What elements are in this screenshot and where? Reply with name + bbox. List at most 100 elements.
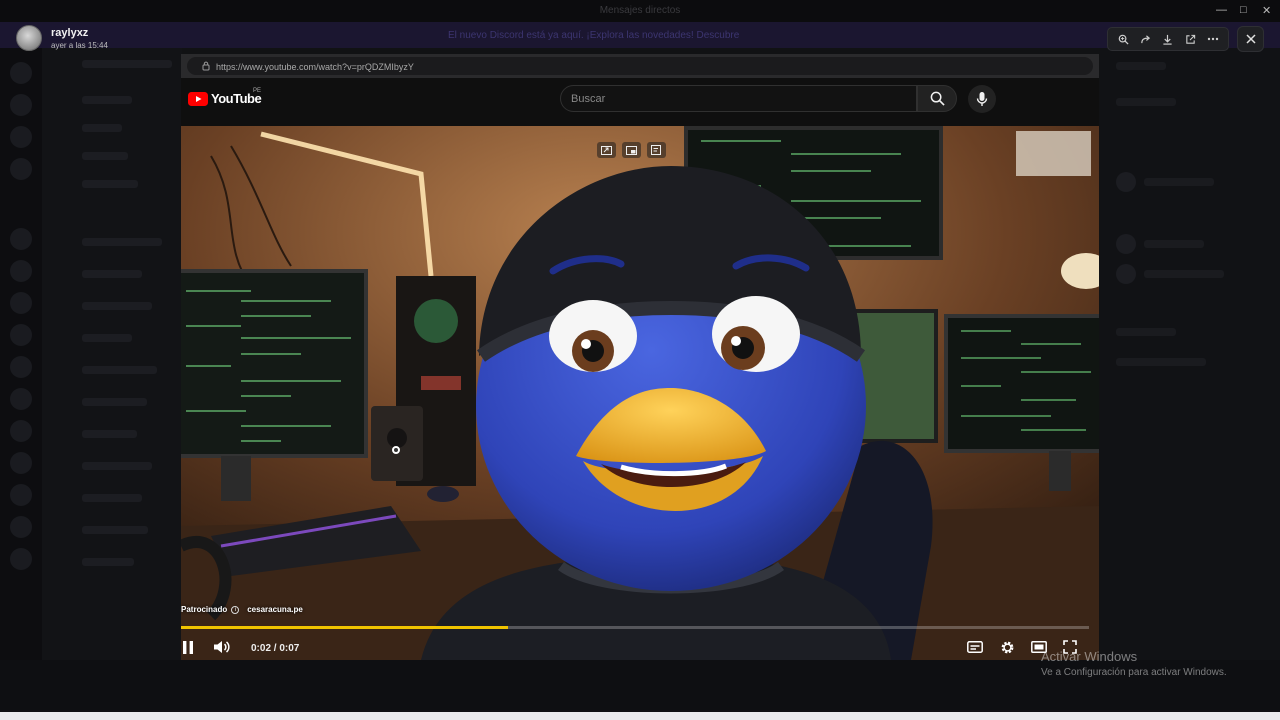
zoom-icon[interactable] bbox=[1115, 31, 1131, 47]
close-viewer-button[interactable] bbox=[1237, 26, 1264, 52]
browser-toolbar: https://www.youtube.com/watch?v=prQDZMIb… bbox=[181, 54, 1099, 78]
dm-list-item bbox=[82, 238, 162, 246]
right-panel-item bbox=[1144, 240, 1204, 248]
right-panel-item bbox=[1116, 98, 1176, 106]
right-panel-item bbox=[1144, 178, 1214, 186]
server-sidebar bbox=[0, 48, 42, 720]
dm-list-item bbox=[82, 526, 148, 534]
search-box bbox=[560, 85, 917, 112]
dm-list-item bbox=[82, 152, 128, 160]
server-icon bbox=[10, 324, 32, 346]
search-button[interactable] bbox=[917, 85, 957, 112]
volume-icon bbox=[214, 641, 230, 653]
avatar[interactable] bbox=[16, 25, 42, 51]
server-icon bbox=[10, 452, 32, 474]
server-icon bbox=[10, 158, 32, 180]
expand-icon bbox=[601, 145, 612, 155]
maximize-icon[interactable]: □ bbox=[1240, 4, 1247, 16]
voice-search-button[interactable] bbox=[968, 85, 996, 113]
close-icon bbox=[1245, 34, 1256, 44]
right-panel-item bbox=[1116, 328, 1176, 336]
sponsor-domain[interactable]: cesaracuna.pe bbox=[247, 605, 303, 614]
minimize-icon[interactable]: — bbox=[1216, 4, 1227, 16]
background-titlebar: Mensajes directos — □ ✕ bbox=[0, 0, 1280, 22]
youtube-header: YouTube PE bbox=[181, 78, 1099, 126]
video-frame bbox=[181, 126, 1099, 660]
right-panel-item bbox=[1144, 270, 1224, 278]
activation-subtitle: Ve a Configuración para activar Windows. bbox=[1041, 667, 1227, 678]
server-icon bbox=[10, 228, 32, 250]
taskbar bbox=[0, 712, 1280, 720]
settings-button[interactable] bbox=[997, 639, 1017, 655]
background-title: Mensajes directos bbox=[599, 5, 681, 16]
dm-list bbox=[42, 48, 182, 720]
open-external-icon[interactable] bbox=[1182, 31, 1198, 47]
time-display: 0:02 / 0:07 bbox=[251, 643, 300, 654]
search-input[interactable] bbox=[562, 87, 902, 110]
shared-screenshot[interactable]: https://www.youtube.com/watch?v=prQDZMIb… bbox=[181, 54, 1099, 660]
background-banner: El nuevo Discord está ya aquí. ¡Explora … bbox=[0, 22, 1280, 48]
address-bar[interactable]: https://www.youtube.com/watch?v=prQDZMIb… bbox=[187, 57, 1093, 75]
right-panel-avatar bbox=[1116, 172, 1136, 192]
dm-list-item bbox=[82, 462, 152, 470]
microphone-icon bbox=[976, 92, 988, 106]
server-icon bbox=[10, 94, 32, 116]
notes-icon bbox=[651, 145, 661, 155]
dm-list-item bbox=[82, 494, 142, 502]
server-icon bbox=[10, 292, 32, 314]
pip-popout-button[interactable] bbox=[622, 142, 641, 158]
pause-button[interactable] bbox=[181, 639, 195, 655]
windows-activation-notice: Activar Windows Ve a Configuración para … bbox=[1041, 649, 1227, 678]
server-icon bbox=[10, 484, 32, 506]
country-code: PE bbox=[253, 88, 262, 94]
popout-icon bbox=[626, 145, 637, 155]
right-panel-avatar bbox=[1116, 264, 1136, 284]
right-panel-item bbox=[1116, 62, 1166, 70]
server-icon bbox=[10, 126, 32, 148]
background-banner-text: El nuevo Discord está ya aquí. ¡Explora … bbox=[448, 30, 740, 41]
subtitles-button[interactable] bbox=[965, 639, 985, 655]
mouse-cursor bbox=[392, 446, 400, 454]
dm-list-item bbox=[82, 430, 137, 438]
site-info-icon[interactable] bbox=[202, 61, 210, 71]
progress-bar[interactable] bbox=[181, 626, 1089, 629]
server-icon bbox=[10, 356, 32, 378]
right-panel-avatar bbox=[1116, 234, 1136, 254]
window-close-icon[interactable]: ✕ bbox=[1262, 4, 1271, 17]
server-icon bbox=[10, 388, 32, 410]
gear-icon bbox=[1001, 641, 1013, 653]
right-panel-item bbox=[1116, 358, 1206, 366]
download-icon[interactable] bbox=[1160, 31, 1176, 47]
search-icon bbox=[930, 91, 945, 106]
dm-list-item bbox=[82, 96, 132, 104]
url-text: https://www.youtube.com/watch?v=prQDZMIb… bbox=[216, 62, 414, 72]
dm-list-item bbox=[82, 60, 172, 68]
server-icon bbox=[10, 420, 32, 442]
server-icon bbox=[10, 548, 32, 570]
dm-list-item bbox=[82, 334, 132, 342]
dm-list-item bbox=[82, 398, 147, 406]
volume-button[interactable] bbox=[213, 639, 231, 655]
pause-icon bbox=[183, 640, 193, 654]
dm-list-item bbox=[82, 180, 138, 188]
dm-list-item bbox=[82, 124, 122, 132]
right-panel bbox=[1100, 48, 1280, 720]
dm-list-item bbox=[82, 302, 152, 310]
author-name[interactable]: raylyxz bbox=[51, 27, 88, 39]
info-icon[interactable]: i bbox=[231, 605, 240, 614]
sponsor-badge[interactable]: Patrocinado i cesaracuna.pe bbox=[181, 605, 303, 614]
more-icon[interactable] bbox=[1205, 31, 1221, 47]
youtube-play-logo-icon bbox=[188, 91, 208, 106]
activation-title: Activar Windows bbox=[1041, 649, 1138, 664]
forward-icon[interactable] bbox=[1138, 31, 1154, 47]
pip-notes-button[interactable] bbox=[647, 142, 666, 158]
pip-expand-button[interactable] bbox=[597, 142, 616, 158]
server-icon bbox=[10, 62, 32, 84]
subtitles-icon bbox=[967, 641, 983, 653]
dm-list-item bbox=[82, 558, 134, 566]
dm-list-item bbox=[82, 270, 142, 278]
pip-controls bbox=[597, 142, 666, 158]
sponsor-label: Patrocinado bbox=[181, 605, 228, 614]
video-player[interactable]: Patrocinado i cesaracuna.pe 0:02 / 0:07 bbox=[181, 126, 1099, 660]
youtube-logo[interactable]: YouTube bbox=[188, 91, 262, 106]
